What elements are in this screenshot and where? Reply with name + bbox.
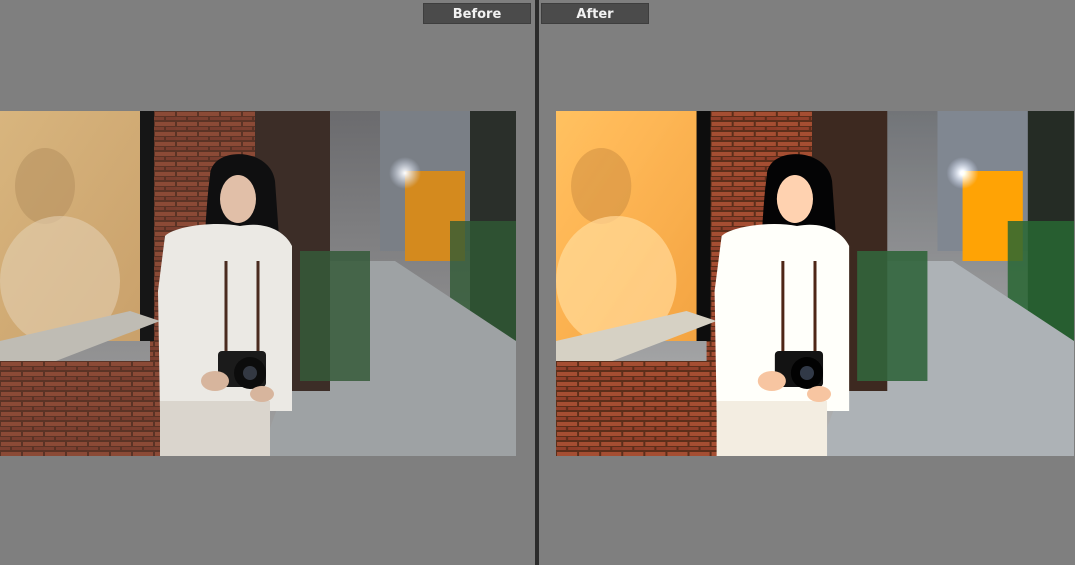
before-photo-canvas [0, 111, 516, 456]
before-photo[interactable] [0, 111, 516, 456]
before-after-compare-view: Before After [0, 0, 1075, 565]
before-label[interactable]: Before [423, 3, 531, 24]
before-pane: Before [0, 0, 535, 565]
after-photo-canvas [556, 111, 1074, 456]
after-label[interactable]: After [541, 3, 649, 24]
after-photo[interactable] [556, 111, 1074, 456]
after-pane: After [539, 0, 1075, 565]
